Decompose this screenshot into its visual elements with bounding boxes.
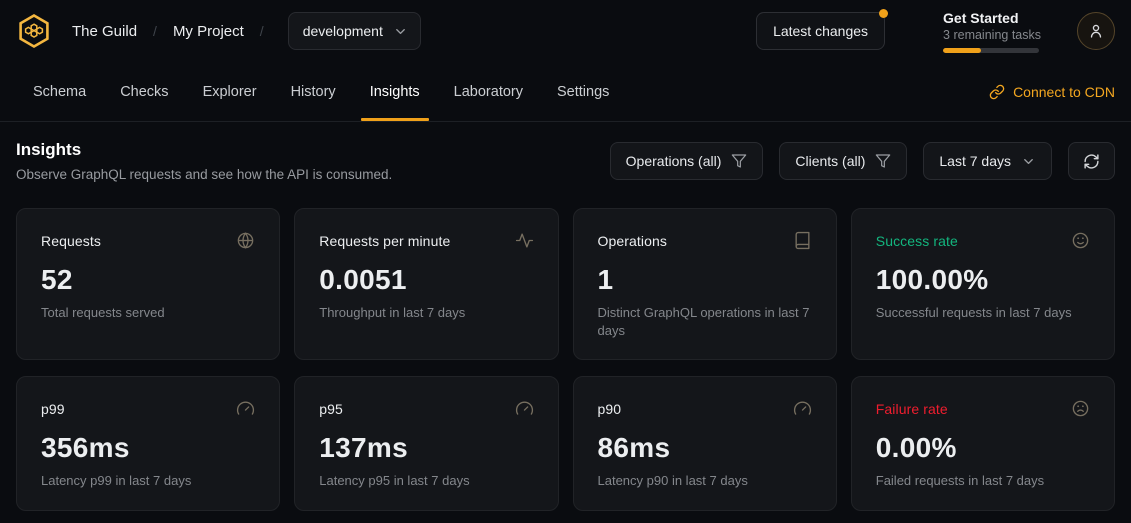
hive-logo-icon[interactable] xyxy=(16,13,52,49)
tab-settings[interactable]: Settings xyxy=(540,62,626,121)
get-started-widget[interactable]: Get Started 3 remaining tasks xyxy=(943,10,1041,53)
metric-card-success-rate: Success rate 100.00% Successful requests… xyxy=(851,208,1115,360)
card-description: Distinct GraphQL operations in last 7 da… xyxy=(598,304,812,339)
gauge-icon xyxy=(793,399,812,418)
breadcrumb-separator: / xyxy=(147,23,163,39)
globe-icon xyxy=(236,231,255,250)
target-select[interactable]: development xyxy=(288,12,421,50)
metric-card-requests: Requests 52 Total requests served xyxy=(16,208,280,360)
tab-insights[interactable]: Insights xyxy=(353,62,437,121)
card-value: 0.0051 xyxy=(319,264,533,296)
metric-card-p90: p90 86ms Latency p90 in last 7 days xyxy=(573,376,837,511)
card-value: 86ms xyxy=(598,432,812,464)
page-heading: Insights Observe GraphQL requests and se… xyxy=(16,140,392,182)
connect-to-cdn-label: Connect to CDN xyxy=(1013,84,1115,100)
get-started-title: Get Started xyxy=(943,10,1041,26)
card-description: Throughput in last 7 days xyxy=(319,304,533,322)
filter-toolbar: Operations (all) Clients (all) Last 7 da… xyxy=(610,142,1115,180)
metric-card-rpm: Requests per minute 0.0051 Throughput in… xyxy=(294,208,558,360)
card-title: Requests xyxy=(41,233,101,249)
card-description: Failed requests in last 7 days xyxy=(876,472,1090,490)
smile-icon xyxy=(1071,231,1090,250)
tab-schema[interactable]: Schema xyxy=(16,62,103,121)
breadcrumb-project[interactable]: My Project xyxy=(173,23,244,40)
main-nav: Schema Checks Explorer History Insights … xyxy=(0,62,1131,122)
page-subtitle: Observe GraphQL requests and see how the… xyxy=(16,167,392,182)
metric-card-operations: Operations 1 Distinct GraphQL operations… xyxy=(573,208,837,360)
tab-explorer[interactable]: Explorer xyxy=(186,62,274,121)
user-avatar[interactable] xyxy=(1077,12,1115,50)
book-icon xyxy=(793,231,812,250)
get-started-subtitle: 3 remaining tasks xyxy=(943,28,1041,42)
card-title: p90 xyxy=(598,401,622,417)
card-description: Latency p99 in last 7 days xyxy=(41,472,255,490)
chevron-down-icon xyxy=(393,24,408,39)
card-value: 100.00% xyxy=(876,264,1090,296)
activity-icon xyxy=(515,231,534,250)
metric-card-failure-rate: Failure rate 0.00% Failed requests in la… xyxy=(851,376,1115,511)
tab-checks[interactable]: Checks xyxy=(103,62,185,121)
clients-filter-button[interactable]: Clients (all) xyxy=(779,142,907,180)
card-title: Success rate xyxy=(876,233,958,249)
breadcrumb-org[interactable]: The Guild xyxy=(72,23,137,40)
top-bar: The Guild / My Project / development Lat… xyxy=(0,0,1131,62)
card-value: 52 xyxy=(41,264,255,296)
breadcrumb-separator: / xyxy=(254,23,270,39)
card-title: Failure rate xyxy=(876,401,948,417)
card-description: Latency p95 in last 7 days xyxy=(319,472,533,490)
card-value: 1 xyxy=(598,264,812,296)
user-icon xyxy=(1087,22,1105,40)
refresh-icon xyxy=(1083,153,1100,170)
link-icon xyxy=(989,84,1005,100)
page-title: Insights xyxy=(16,140,392,160)
clients-filter-label: Clients (all) xyxy=(795,153,865,169)
funnel-icon xyxy=(731,153,747,169)
metric-cards-grid: Requests 52 Total requests served Reques… xyxy=(16,208,1115,511)
metric-card-p95: p95 137ms Latency p95 in last 7 days xyxy=(294,376,558,511)
target-select-value: development xyxy=(303,23,383,39)
card-value: 137ms xyxy=(319,432,533,464)
gauge-icon xyxy=(515,399,534,418)
operations-filter-label: Operations (all) xyxy=(626,153,722,169)
latest-changes-button[interactable]: Latest changes xyxy=(756,12,885,50)
period-select-value: Last 7 days xyxy=(939,153,1011,169)
tab-history[interactable]: History xyxy=(274,62,353,121)
latest-changes-label: Latest changes xyxy=(773,23,868,39)
chevron-down-icon xyxy=(1021,154,1036,169)
card-value: 356ms xyxy=(41,432,255,464)
tab-laboratory[interactable]: Laboratory xyxy=(437,62,540,121)
connect-to-cdn-link[interactable]: Connect to CDN xyxy=(989,62,1115,121)
card-title: p95 xyxy=(319,401,343,417)
card-description: Total requests served xyxy=(41,304,255,322)
metric-card-p99: p99 356ms Latency p99 in last 7 days xyxy=(16,376,280,511)
card-value: 0.00% xyxy=(876,432,1090,464)
frown-icon xyxy=(1071,399,1090,418)
refresh-button[interactable] xyxy=(1068,142,1115,180)
operations-filter-button[interactable]: Operations (all) xyxy=(610,142,764,180)
card-description: Successful requests in last 7 days xyxy=(876,304,1090,322)
notification-dot xyxy=(879,9,888,18)
gauge-icon xyxy=(236,399,255,418)
get-started-progress-track xyxy=(943,48,1039,53)
insights-page: Insights Observe GraphQL requests and se… xyxy=(0,122,1131,511)
get-started-progress-fill xyxy=(943,48,981,53)
period-select[interactable]: Last 7 days xyxy=(923,142,1052,180)
card-title: Operations xyxy=(598,233,667,249)
funnel-icon xyxy=(875,153,891,169)
card-description: Latency p90 in last 7 days xyxy=(598,472,812,490)
card-title: Requests per minute xyxy=(319,233,450,249)
card-title: p99 xyxy=(41,401,65,417)
